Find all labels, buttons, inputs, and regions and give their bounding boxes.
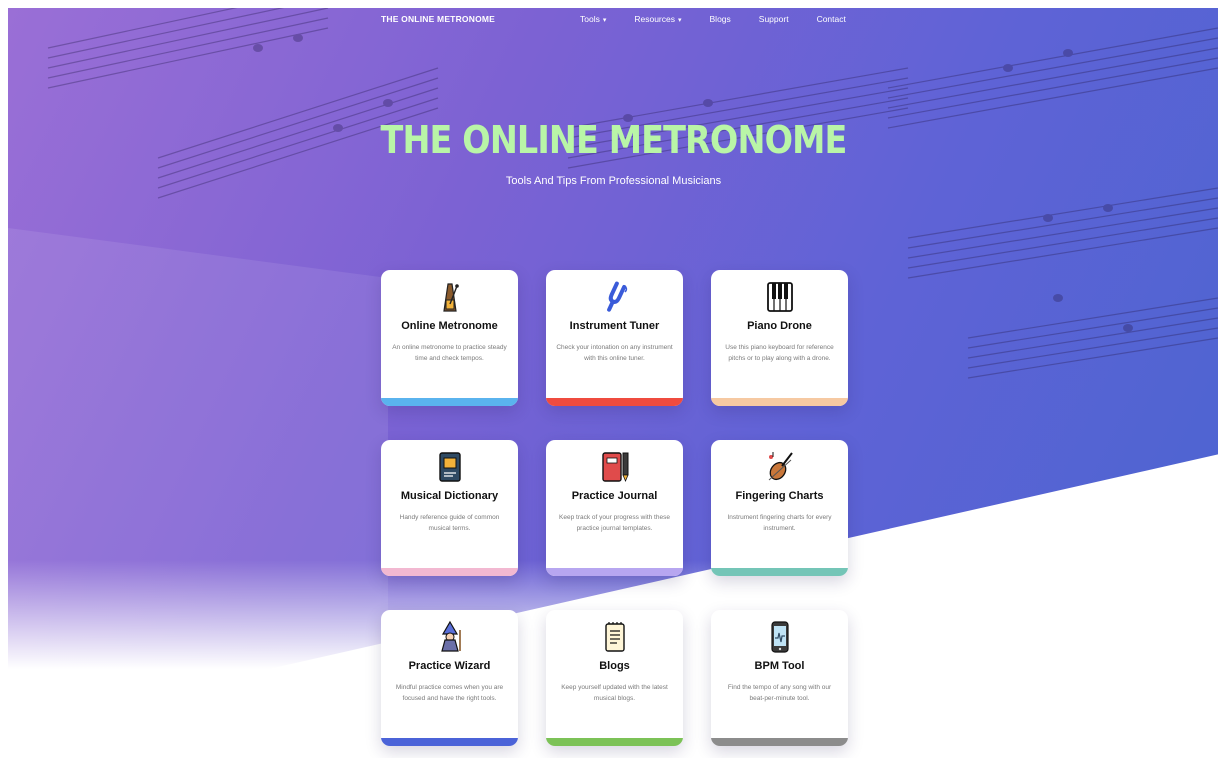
nav-links: Tools ▾ Resources ▾ Blogs Support Contact (580, 14, 874, 24)
card-description: Keep yourself updated with the latest mu… (561, 684, 668, 702)
card-accent-bar (546, 568, 683, 576)
card-description: Mindful practice comes when you are focu… (395, 684, 504, 702)
card-accent-bar (711, 568, 848, 576)
phone-bpm-icon (711, 620, 848, 654)
violin-icon (711, 450, 848, 484)
wizard-icon (381, 620, 518, 654)
journal-pen-icon (546, 450, 683, 484)
chevron-down-icon: ▾ (678, 17, 682, 24)
chevron-down-icon: ▾ (602, 17, 607, 24)
card-description: Check your intonation on any instrument … (556, 344, 673, 362)
card-instrument-tuner[interactable]: Instrument Tuner Check your intonation o… (546, 270, 683, 406)
notepad-icon (546, 620, 683, 654)
card-title: Online Metronome (401, 320, 498, 332)
top-navigation: THE ONLINE METRONOME Tools ▾ Resources ▾ B… (0, 14, 1219, 32)
card-bpm-tool[interactable]: BPM Tool Find the tempo of any song with… (711, 610, 848, 746)
nav-link-blogs[interactable]: Blogs (710, 14, 731, 24)
card-title: Instrument Tuner (569, 320, 660, 332)
card-description: Use this piano keyboard for reference pi… (725, 344, 834, 362)
nav-link-support[interactable]: Support (759, 14, 789, 24)
metronome-icon (381, 280, 518, 314)
card-description: Keep track of your progress with these p… (559, 514, 670, 532)
card-accent-bar (381, 398, 518, 406)
card-practice-wizard[interactable]: Practice Wizard Mindful practice comes w… (381, 610, 518, 746)
tuning-fork-icon (546, 280, 683, 314)
nav-brand[interactable]: THE ONLINE METRONOME (381, 14, 495, 24)
card-accent-bar (381, 568, 518, 576)
card-practice-journal[interactable]: Practice Journal Keep track of your prog… (546, 440, 683, 576)
card-online-metronome[interactable]: Online Metronome An online metronome to … (381, 270, 518, 406)
card-description: An online metronome to practice steady t… (392, 344, 507, 362)
card-title: Practice Wizard (408, 660, 491, 672)
page-title: THE ONLINE METRONOME (380, 118, 848, 162)
nav-link-resources[interactable]: Resources ▾ (634, 14, 681, 24)
card-blogs[interactable]: Blogs Keep yourself updated with the lat… (546, 610, 683, 746)
card-accent-bar (711, 398, 848, 406)
page-subtitle: Tools And Tips From Professional Musicia… (505, 175, 722, 187)
card-accent-bar (381, 738, 518, 746)
card-description: Find the tempo of any song with our beat… (727, 684, 832, 702)
card-title: Piano Drone (747, 320, 812, 332)
dictionary-book-icon (381, 450, 518, 484)
card-fingering-charts[interactable]: Fingering Charts Instrument fingering ch… (711, 440, 848, 576)
card-title: BPM Tool (754, 660, 805, 672)
card-accent-bar (711, 738, 848, 746)
card-musical-dictionary[interactable]: Musical Dictionary Handy reference guide… (381, 440, 518, 576)
nav-link-tools[interactable]: Tools ▾ (580, 14, 606, 24)
card-accent-bar (546, 738, 683, 746)
card-description: Instrument fingering charts for every in… (727, 514, 832, 532)
card-title: Practice Journal (571, 490, 658, 502)
card-accent-bar (546, 398, 683, 406)
card-title: Blogs (599, 660, 630, 672)
card-title: Musical Dictionary (400, 490, 499, 502)
card-piano-drone[interactable]: Piano Drone Use this piano keyboard for … (711, 270, 848, 406)
card-description: Handy reference guide of common musical … (399, 514, 500, 532)
piano-keys-icon (711, 280, 848, 314)
nav-link-contact[interactable]: Contact (817, 14, 846, 24)
card-title: Fingering Charts (735, 490, 824, 502)
